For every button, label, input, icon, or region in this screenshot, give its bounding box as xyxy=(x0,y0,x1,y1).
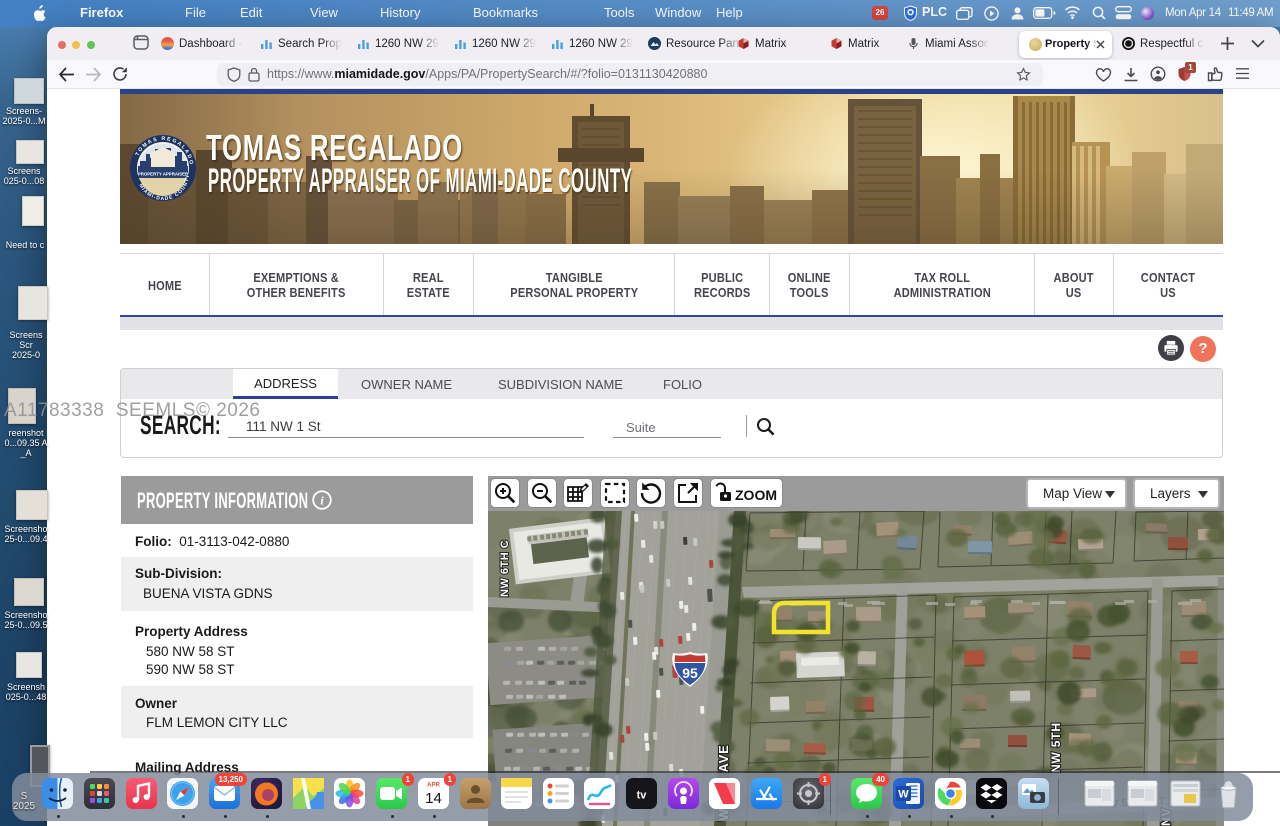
svg-text:W: W xyxy=(898,789,909,801)
svg-text:APR: APR xyxy=(427,783,440,789)
svg-text:95: 95 xyxy=(682,665,698,681)
svg-text:PROPERTY APPRAISER: PROPERTY APPRAISER xyxy=(138,171,189,176)
svg-text:i: i xyxy=(320,493,324,507)
svg-text:tv: tv xyxy=(637,790,648,802)
svg-text:NW 6TH C: NW 6TH C xyxy=(499,540,511,597)
svg-text:NW 5TH: NW 5TH xyxy=(1049,722,1063,773)
svg-text:14: 14 xyxy=(425,790,442,807)
svg-text:ZOOM: ZOOM xyxy=(735,487,777,503)
